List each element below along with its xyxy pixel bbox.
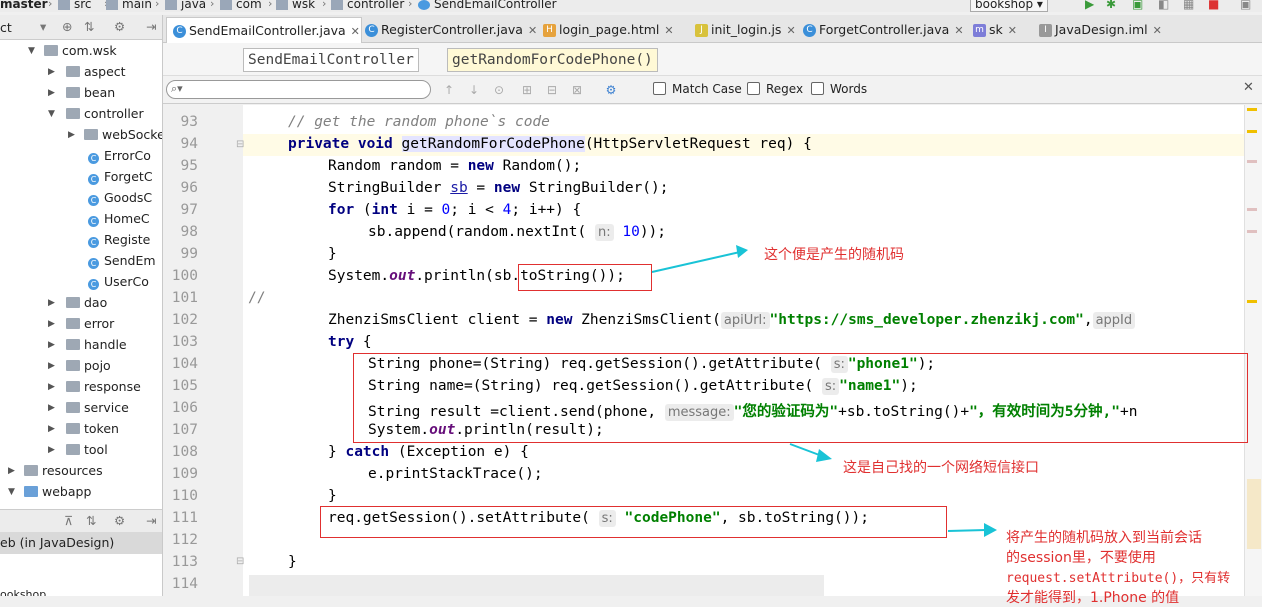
arrow-head	[816, 449, 832, 462]
arrow-head	[984, 523, 997, 537]
arrow-head	[736, 245, 748, 258]
annotation-random-code: 这个便是产生的随机码	[764, 247, 904, 263]
annotation-session-line2: 的session里，不要使用	[1006, 550, 1156, 566]
annotation-sms-interface: 这是自己找的一个网络短信接口	[843, 460, 1039, 476]
annotation-session-line1: 将产生的随机码放入到当前会话	[1006, 530, 1202, 546]
arrow-line	[789, 443, 823, 457]
annotation-arrows	[651, 245, 997, 537]
arrow-line	[651, 251, 741, 273]
arrow-line	[947, 529, 987, 532]
annotation-session-line4: 发才能得到，1.Phone 的值	[1006, 590, 1180, 606]
annotation-session-line3: request.setAttribute()，只有转	[1006, 571, 1231, 586]
